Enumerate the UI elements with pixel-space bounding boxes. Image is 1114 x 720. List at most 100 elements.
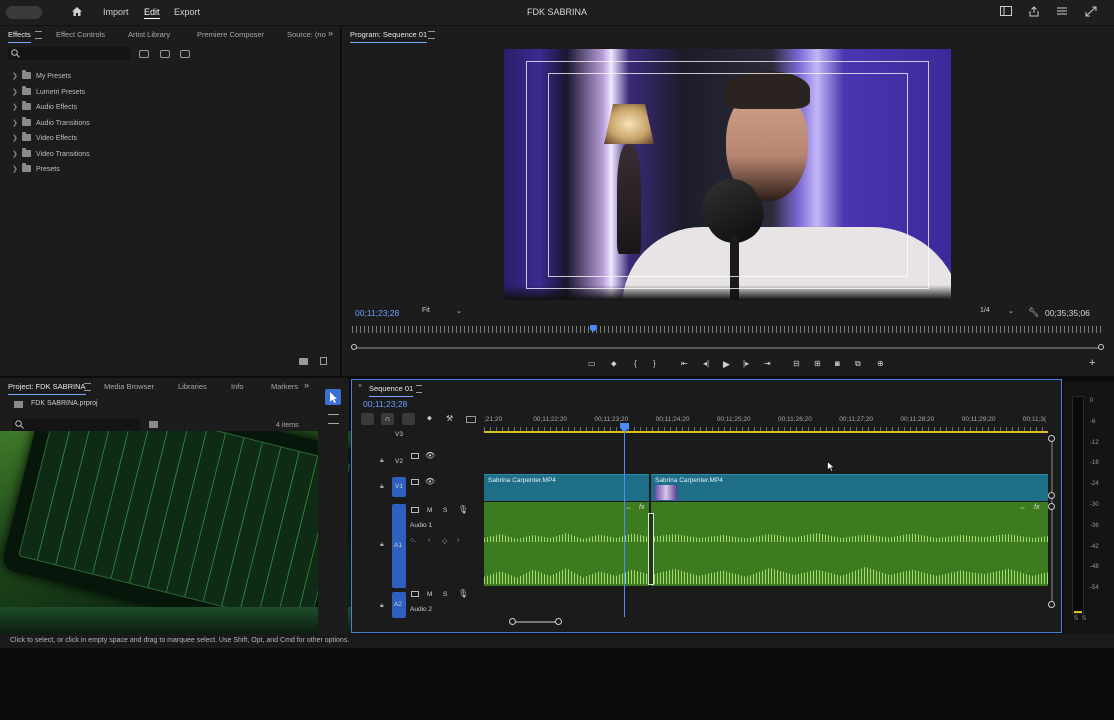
tab-effects[interactable]: Effects (8, 26, 31, 43)
go-to-in-icon[interactable]: ⇤ (681, 359, 688, 368)
fit-dropdown[interactable]: Fit ⌄ (422, 307, 466, 318)
track-a2-target[interactable]: A2 (392, 592, 406, 618)
play-icon[interactable]: ▶ (723, 359, 730, 370)
keyframe-add-icon[interactable]: ◇ (442, 537, 447, 545)
new-bin-icon[interactable] (299, 358, 308, 365)
work-area-bar[interactable] (484, 431, 1048, 433)
lift-icon[interactable]: ⊟ (793, 359, 800, 368)
more-tabs-icon[interactable]: » (328, 28, 333, 38)
scroll-handle[interactable] (1048, 601, 1055, 608)
tab-premiere-composer[interactable]: Premiere Composer (197, 26, 264, 43)
fx-badge-icon[interactable]: fx (639, 504, 644, 511)
wrench-icon[interactable]: 🔧︎ (1028, 307, 1039, 318)
32bit-effects-icon[interactable] (160, 50, 170, 58)
eye-icon[interactable]: 👁︎ (425, 451, 435, 460)
scroll-handle[interactable] (1048, 492, 1055, 499)
timeline-timecode[interactable]: 00;11;23;28 (363, 399, 407, 409)
track-v1-target[interactable]: V1 (392, 477, 406, 497)
solo-button-a2[interactable]: S (443, 591, 447, 598)
tab-artist-library[interactable]: Artist Library (128, 26, 170, 43)
mute-button[interactable]: M (427, 507, 432, 514)
go-to-out-icon[interactable]: ⇥ (764, 359, 771, 368)
sync-lock-icon[interactable] (411, 479, 419, 485)
track-v2-label[interactable]: V2 (395, 458, 403, 465)
track-select-tool-icon[interactable] (328, 414, 339, 424)
accelerated-effects-icon[interactable] (139, 50, 149, 58)
insert-sequence-icon[interactable] (361, 413, 374, 425)
program-ruler[interactable] (352, 326, 1104, 333)
transition-icon[interactable]: ⇔ (1019, 505, 1026, 512)
tab-markers[interactable]: Markers (271, 378, 298, 395)
add-marker-icon[interactable]: ▭ (588, 359, 596, 368)
delete-icon[interactable] (320, 357, 327, 365)
tree-item-lumetri-presets[interactable]: ❯ Lumetri Presets (12, 85, 312, 101)
step-back-icon[interactable]: ◂| (703, 359, 709, 368)
program-timecode[interactable]: 00;11;23;28 (355, 308, 399, 318)
add-button-icon[interactable]: + (1089, 357, 1095, 369)
sync-lock-icon[interactable] (411, 453, 419, 459)
audio-clip[interactable] (651, 502, 1048, 586)
snap-icon[interactable]: ∩ (381, 413, 394, 425)
add-marker-icon[interactable]: ⬥ (427, 415, 432, 423)
vr-icon[interactable]: ⊕ (877, 359, 884, 368)
sequence-menu-icon[interactable] (416, 385, 422, 393)
program-menu-icon[interactable] (428, 31, 435, 39)
tree-item-my-presets[interactable]: ❯ My Presets (12, 69, 312, 85)
lock-icon[interactable]: 🔒︎ (380, 457, 384, 465)
tab-effect-controls[interactable]: Effect Controls (56, 26, 105, 43)
tree-item-video-effects[interactable]: ❯ Video Effects (12, 131, 312, 147)
step-forward-icon[interactable]: |▸ (743, 359, 749, 368)
more-tabs-icon[interactable]: » (304, 380, 309, 390)
fullscreen-icon[interactable] (1084, 6, 1098, 18)
tab-menu-icon[interactable] (35, 31, 42, 39)
marker-icon[interactable]: ⬥ (611, 359, 617, 369)
video-clip[interactable]: Sabrina Carpenter.MP4 (651, 474, 1048, 501)
solo-right[interactable]: S (1082, 616, 1086, 622)
zoom-handle-left[interactable] (351, 344, 357, 350)
project-search-input[interactable] (12, 418, 140, 431)
tab-libraries[interactable]: Libraries (178, 378, 207, 395)
tab-media-browser[interactable]: Media Browser (104, 378, 154, 395)
scroll-handle[interactable] (1048, 503, 1055, 510)
close-tab-icon[interactable]: × (358, 383, 362, 390)
lock-icon[interactable]: 🔒︎ (380, 602, 384, 610)
microphone-icon[interactable]: 🎙︎ (458, 589, 468, 598)
sync-lock-icon[interactable] (411, 591, 419, 597)
tree-item-audio-transitions[interactable]: ❯ Audio Transitions (12, 116, 312, 132)
tab-source[interactable]: Source: (no (287, 26, 326, 43)
tree-item-video-transitions[interactable]: ❯ Video Transitions (12, 147, 312, 163)
keyframe-prev-icon[interactable]: ‹ (428, 537, 430, 544)
wrench-icon[interactable]: ⚒ (446, 414, 453, 423)
zoom-scrollbar[interactable] (355, 347, 1101, 349)
resolution-dropdown[interactable]: 1/4 ⌄ (980, 307, 1018, 318)
lock-icon[interactable]: 🔒︎ (380, 483, 384, 491)
mark-in-icon[interactable]: { (634, 359, 637, 368)
vertical-scrollbar[interactable] (1051, 438, 1053, 606)
mute-button-a2[interactable]: M (427, 591, 432, 598)
tree-item-audio-effects[interactable]: ❯ Audio Effects (12, 100, 312, 116)
timeline-ruler-labels[interactable]: ;21;20 00;11;22;20 00;11;23;20 00;11;24;20 0… (484, 416, 1050, 426)
zoom-handle-right[interactable] (1098, 344, 1104, 350)
tab-project[interactable]: Project: FDK SABRINA (8, 378, 86, 395)
transition-icon[interactable]: ⇔ (625, 505, 632, 512)
linked-selection-icon[interactable] (402, 413, 415, 425)
tree-item-presets[interactable]: ❯ Presets (12, 162, 312, 178)
scroll-handle[interactable] (1048, 435, 1055, 442)
extract-icon[interactable]: ⊞ (814, 359, 821, 368)
track-a1-target[interactable]: A1 (392, 504, 406, 588)
volume-knob-icon[interactable]: ○. (410, 537, 416, 544)
mark-out-icon[interactable]: } (653, 359, 656, 368)
share-icon[interactable] (1027, 6, 1041, 18)
tab-sequence[interactable]: Sequence 01 (369, 380, 414, 397)
selection-tool-icon[interactable] (325, 389, 341, 405)
comparison-view-icon[interactable]: ⧉ (855, 359, 861, 369)
project-menu-icon[interactable] (84, 383, 91, 391)
edit-point[interactable] (648, 513, 654, 585)
tab-info[interactable]: Info (231, 378, 244, 395)
lock-icon[interactable]: 🔒︎ (380, 541, 384, 549)
zoom-handle-left[interactable] (509, 618, 516, 625)
solo-button[interactable]: S (443, 507, 447, 514)
effects-search-input[interactable] (8, 47, 130, 60)
captions-icon[interactable] (466, 416, 476, 423)
eye-icon[interactable]: 👁︎ (425, 477, 435, 486)
